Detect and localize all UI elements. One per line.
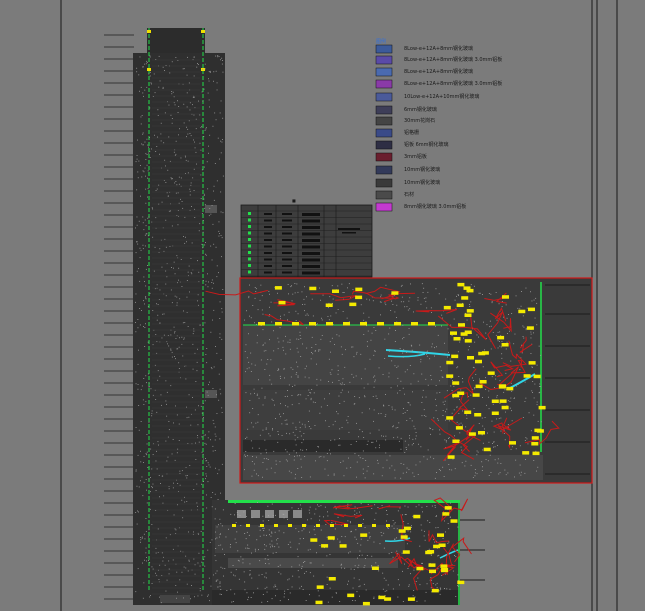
- cad-viewport[interactable]: ■ 图例 8Low-e+12A+8mm钢化玻璃 8Low-e+12A+8mm钢化玻…: [0, 0, 645, 611]
- legend-item: 8Low-e+12A+8mm钢化玻璃: [375, 67, 473, 77]
- legend-swatch: [375, 178, 393, 188]
- legend-swatch: [375, 202, 393, 212]
- material-legend: 图例 8Low-e+12A+8mm钢化玻璃 8Low-e+12A+8mm钢化玻璃 …: [375, 38, 502, 212]
- legend-item: 8mm钢化玻璃 3.0mm铝板: [375, 202, 466, 212]
- material-schedule-table: ■: [240, 198, 373, 278]
- legend-item: 10Low-e+12A+10mm钢化玻璃: [375, 92, 479, 102]
- legend-label: 6mm钢化玻璃: [404, 106, 437, 113]
- legend-label: 石材: [404, 191, 414, 198]
- legend-item: 石材: [375, 190, 414, 200]
- legend-item: 8Low-e+12A+8mm钢化玻璃 3.0mm铝板: [375, 55, 502, 65]
- legend-label: 10Low-e+12A+10mm钢化玻璃: [404, 93, 479, 100]
- legend-item: 30mm花岗石: [375, 116, 435, 126]
- legend-title: 图例: [376, 38, 386, 45]
- elevation-drawing: ■ 图例 8Low-e+12A+8mm钢化玻璃 8Low-e+12A+8mm钢化玻…: [60, 0, 618, 611]
- legend-item: 8Low-e+12A+8mm钢化玻璃 3.0mm铝板: [375, 79, 502, 89]
- legend-label: 8Low-e+12A+8mm钢化玻璃: [404, 45, 473, 52]
- legend-label: 铝格栅: [404, 129, 419, 136]
- legend-swatch: [375, 44, 393, 54]
- podium-elevation: [212, 500, 460, 605]
- legend-swatch: [375, 79, 393, 89]
- legend-label: 铝板 6mm钢化玻璃: [404, 141, 449, 148]
- legend-item: 10mm钢化玻璃: [375, 178, 440, 188]
- legend-swatch: [375, 128, 393, 138]
- legend-swatch: [375, 140, 393, 150]
- table-title: ■: [292, 198, 296, 203]
- legend-label: 8Low-e+12A+8mm钢化玻璃: [404, 68, 473, 75]
- legend-item: 8Low-e+12A+8mm钢化玻璃: [375, 44, 473, 54]
- legend-label: 8mm钢化玻璃 3.0mm铝板: [404, 203, 466, 210]
- legend-swatch: [375, 190, 393, 200]
- legend-item: 3mm铝板: [375, 152, 427, 162]
- legend-swatch: [375, 67, 393, 77]
- legend-swatch: [375, 105, 393, 115]
- tower-elevation: [133, 28, 225, 605]
- floor-level-marks: [104, 34, 134, 600]
- legend-item: 6mm钢化玻璃: [375, 105, 437, 115]
- legend-label: 8Low-e+12A+8mm钢化玻璃 3.0mm铝板: [404, 80, 502, 87]
- legend-item: 10mm钢化玻璃: [375, 165, 440, 175]
- legend-item: 铝板 6mm钢化玻璃: [375, 140, 449, 150]
- legend-swatch: [375, 55, 393, 65]
- legend-label: 8Low-e+12A+8mm钢化玻璃 3.0mm铝板: [404, 56, 502, 63]
- legend-label: 30mm花岗石: [404, 117, 435, 124]
- legend-swatch: [375, 165, 393, 175]
- legend-swatch: [375, 92, 393, 102]
- legend-label: 10mm钢化玻璃: [404, 166, 440, 173]
- legend-label: 10mm钢化玻璃: [404, 179, 440, 186]
- legend-swatch: [375, 152, 393, 162]
- legend-item: 铝格栅: [375, 128, 419, 138]
- legend-label: 3mm铝板: [404, 153, 427, 160]
- legend-swatch: [375, 116, 393, 126]
